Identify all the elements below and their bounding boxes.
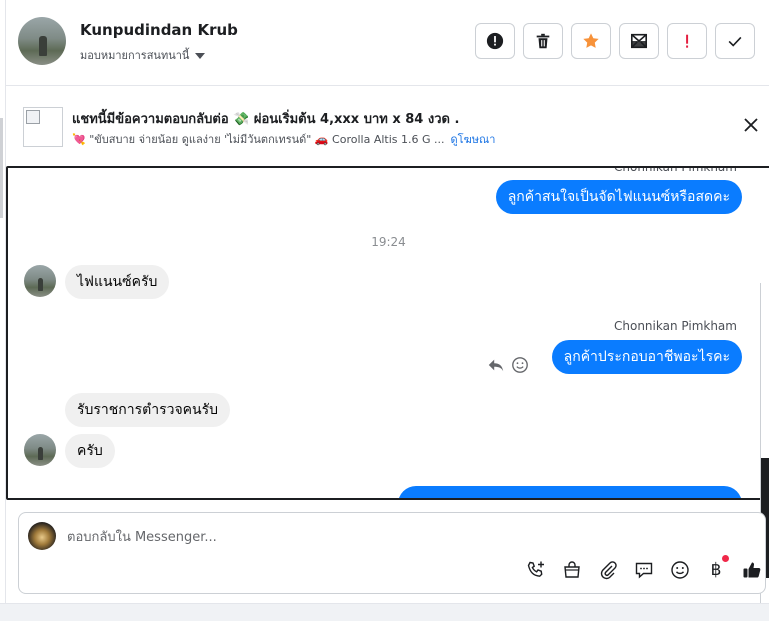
reply-composer: ฿ [18,512,766,594]
star-icon [583,33,599,48]
incoming-message[interactable]: รับราชการตำรวจคนรับ [65,393,231,427]
broken-image-icon [26,110,40,124]
mark-spam-button[interactable] [475,23,515,59]
thumbs-up-icon [743,562,761,578]
outgoing-message-partial[interactable] [398,486,742,498]
view-ad-link[interactable]: ดูโฆษณา [451,133,496,146]
ad-title: แชทนี้มีข้อความตอบกลับต่อ 💸 ผ่อนเริ่มต้น… [72,112,460,127]
ad-subtitle: 💘 "ขับสบาย จ่ายน้อย ดูแลง่าย 'ไม่มีวันตก… [72,130,495,148]
emoji-icon [671,561,689,579]
reply-input[interactable] [67,526,467,548]
caret-down-icon [195,52,206,59]
emoji-button[interactable] [669,559,691,581]
outgoing-message[interactable]: ลูกค้าประกอบอาชีพอะไรคะ [551,340,742,374]
comment-icon [635,562,653,579]
contact-avatar[interactable] [18,17,66,65]
header-actions [475,23,755,59]
bag-icon [564,561,580,578]
assign-label: มอบหมายการสนทนานี้ [80,49,190,62]
sender-name: Chonnikan Pimkham [614,319,737,333]
reply-icon[interactable] [487,356,505,374]
outgoing-message[interactable]: ลูกค้าสนใจเป็นจัดไฟแนนซ์หรือสดคะ [495,180,742,214]
ad-subtitle-text: 💘 "ขับสบาย จ่ายน้อย ดูแลง่าย 'ไม่มีวันตก… [72,133,445,146]
follow-up-button[interactable] [667,23,707,59]
sender-name: Chonnikan Pimkham [614,166,737,174]
payment-button[interactable]: ฿ [705,555,729,581]
star-button[interactable] [571,23,611,59]
phone-add-icon [527,561,544,577]
call-button[interactable] [525,559,547,581]
message-timestamp: 19:24 [371,235,406,249]
message-thread[interactable]: Chonnikan Pimkham ลูกค้าสนใจเป็นจัดไฟแนน… [6,166,769,500]
incoming-message[interactable]: ไฟแนนซ์ครับ [65,265,170,299]
ad-thumbnail [23,107,63,147]
trash-icon [536,33,550,49]
shop-button[interactable] [561,559,583,581]
message-actions [487,356,529,374]
envelope-icon [630,33,648,49]
like-button[interactable] [741,559,763,581]
check-icon [728,36,742,47]
ad-context-banner: แชทนี้มีข้อความตอบกลับต่อ 💸 ผ่อนเริ่มต้น… [6,87,769,165]
contact-name[interactable]: Kunpudindan Krub [80,21,238,39]
notification-dot [722,555,729,562]
emoji-react-icon[interactable] [511,356,529,374]
mark-unread-button[interactable] [619,23,659,59]
page-avatar [28,522,56,550]
mark-done-button[interactable] [715,23,755,59]
composer-tools: ฿ [525,555,763,581]
contact-avatar-small [24,265,56,297]
spam-icon [486,32,504,50]
exclamation-icon [686,34,689,48]
scroll-tick [0,118,3,218]
attach-button[interactable] [597,559,619,581]
close-icon[interactable] [743,117,759,133]
bottom-strip [0,603,769,621]
delete-button[interactable] [523,23,563,59]
saved-replies-button[interactable] [633,559,655,581]
paperclip-icon [600,561,617,580]
incoming-message[interactable]: ครับ [65,434,115,468]
contact-avatar-small [24,434,56,466]
baht-icon: ฿ [710,560,722,580]
conversation-header: Kunpudindan Krub มอบหมายการสนทนานี้ [6,0,769,86]
assign-conversation-dropdown[interactable]: มอบหมายการสนทนานี้ [80,46,206,64]
